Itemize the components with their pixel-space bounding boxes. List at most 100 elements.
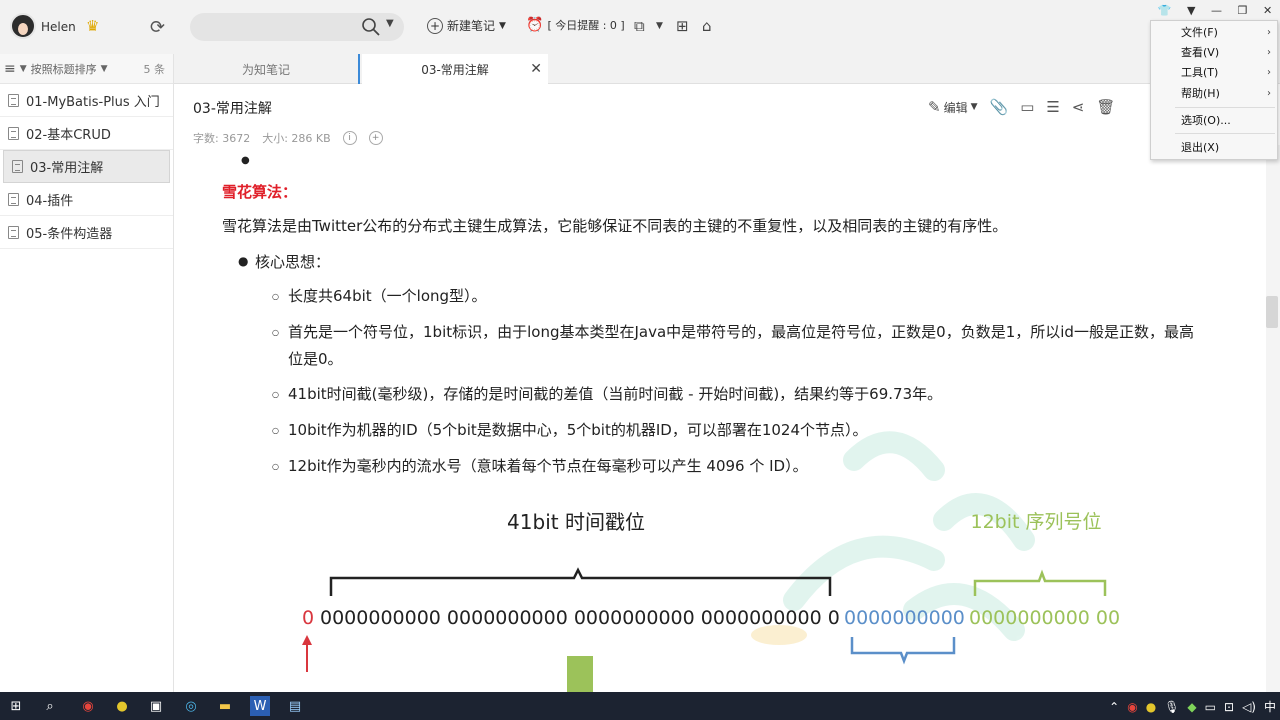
edit-button[interactable]: ✎ 编辑 ▼ bbox=[928, 98, 978, 116]
home-icon[interactable]: ⌂ bbox=[702, 17, 712, 35]
menu-item-view[interactable]: 查看(V) › bbox=[1151, 43, 1279, 63]
snowflake-diagram: 41bit 时间戳位 12bit 序列号位 0 0000000000 00000… bbox=[302, 510, 1120, 692]
sort-label: 按照标题排序 bbox=[30, 62, 97, 76]
note-meta: 字数: 3672 大小: 286 KB i + bbox=[193, 130, 383, 146]
chrome-icon[interactable]: ◉ bbox=[78, 696, 98, 716]
intellij-icon[interactable]: ▣ bbox=[146, 696, 166, 716]
top-bar: Helen ♛ ⟳ ▼ + 新建笔记 ▼ ⏰ [ 今日提醒 : 0 ] ⧉ ▼ … bbox=[0, 0, 1280, 54]
avatar[interactable] bbox=[10, 13, 36, 39]
reminder-button[interactable]: ⏰ [ 今日提醒 : 0 ] bbox=[526, 17, 625, 33]
note-title: 03-常用注解 bbox=[30, 161, 104, 176]
folder-icon[interactable]: ▬ bbox=[215, 696, 235, 716]
browser-icon[interactable]: ◎ bbox=[181, 696, 201, 716]
timestamp-label: 41bit 时间戳位 bbox=[507, 510, 645, 534]
comment-icon[interactable]: ▭ bbox=[1020, 98, 1034, 116]
sequence-bits: 0000000000 00 bbox=[969, 607, 1120, 629]
maximize-icon[interactable]: ❐ bbox=[1238, 4, 1248, 17]
microphone-icon[interactable]: 🎙 bbox=[1164, 700, 1179, 714]
history-icon[interactable]: ☰ bbox=[1046, 98, 1059, 116]
delete-icon[interactable]: 🗑 bbox=[1096, 98, 1115, 116]
menu-item-label: 选项(O)... bbox=[1181, 114, 1231, 127]
reminder-label: [ 今日提醒 : 0 ] bbox=[547, 19, 625, 32]
scrollbar-track[interactable] bbox=[1266, 145, 1280, 692]
menu-divider bbox=[1175, 133, 1275, 134]
menu-item-help[interactable]: 帮助(H) › bbox=[1151, 84, 1279, 104]
chevron-right-icon: › bbox=[1267, 27, 1271, 38]
menu-item-exit[interactable]: 退出(X) bbox=[1151, 138, 1279, 158]
external-icon[interactable]: ⧉ bbox=[634, 17, 645, 35]
record-icon[interactable]: ◉ bbox=[1127, 700, 1137, 714]
share-icon[interactable]: ⋖ bbox=[1072, 98, 1085, 116]
document-icon bbox=[8, 93, 19, 107]
note-title: 02-基本CRUD bbox=[26, 127, 111, 143]
chevron-down-icon[interactable]: ▼ bbox=[656, 21, 663, 31]
battery-icon[interactable]: ▭ bbox=[1205, 700, 1216, 714]
crown-icon: ♛ bbox=[86, 17, 100, 35]
close-icon[interactable]: ✕ bbox=[1263, 4, 1272, 17]
word-icon[interactable]: W bbox=[250, 696, 270, 716]
minimize-icon[interactable]: — bbox=[1211, 4, 1222, 17]
app-tray-icon[interactable]: ● bbox=[1146, 700, 1156, 714]
list-item[interactable]: 05-条件构造器 bbox=[0, 216, 173, 249]
chevron-right-icon: › bbox=[1267, 47, 1271, 58]
tab-home[interactable]: 为知笔记 bbox=[174, 54, 360, 84]
skin-icon[interactable]: 👕 bbox=[1158, 4, 1172, 17]
search-icon[interactable]: ⌕ bbox=[40, 696, 60, 716]
input-method[interactable]: 中 bbox=[1264, 698, 1276, 715]
tray-app-icon[interactable]: ◆ bbox=[1187, 700, 1196, 714]
chevron-down-icon: ▼ bbox=[19, 63, 27, 74]
alarm-icon: ⏰ bbox=[526, 17, 544, 33]
attachment-icon[interactable]: 📎 bbox=[990, 98, 1009, 116]
apps-grid-icon[interactable]: ⊞ bbox=[676, 17, 689, 35]
note-title: 05-条件构造器 bbox=[26, 226, 113, 242]
app-icon[interactable]: ● bbox=[112, 696, 132, 716]
app-window: Helen ♛ ⟳ ▼ + 新建笔记 ▼ ⏰ [ 今日提醒 : 0 ] ⧉ ▼ … bbox=[0, 0, 1280, 720]
list-item-selected[interactable]: 03-常用注解 bbox=[3, 150, 170, 183]
menu-divider bbox=[1175, 107, 1275, 108]
sync-icon[interactable]: ⟳ bbox=[150, 17, 165, 38]
plus-icon: + bbox=[427, 17, 443, 34]
document-icon bbox=[12, 160, 23, 173]
note-content[interactable]: ● 雪花算法： 雪花算法是由Twitter公布的分布式主键生成算法，它能够保证不… bbox=[174, 145, 1266, 692]
info-icon[interactable]: i bbox=[342, 131, 357, 145]
edit-icon: ✎ bbox=[928, 98, 941, 116]
new-note-button[interactable]: + 新建笔记 ▼ bbox=[427, 17, 506, 34]
chevron-down-icon: ▼ bbox=[499, 20, 506, 31]
document-icon bbox=[8, 126, 19, 140]
document-icon bbox=[8, 225, 19, 239]
scrollbar-thumb[interactable] bbox=[1266, 296, 1278, 328]
timestamp-brace bbox=[329, 567, 832, 596]
notes-app-icon[interactable]: ▤ bbox=[285, 696, 305, 716]
sign-bit: 0 bbox=[302, 607, 314, 629]
menu-dropdown-icon[interactable]: ▼ bbox=[1187, 4, 1195, 17]
system-tray: ⌃ ◉ ● 🎙 ◆ ▭ ⊡ ◁) 中 bbox=[1109, 698, 1276, 715]
list-item[interactable]: 02-基本CRUD bbox=[0, 117, 173, 150]
list-item[interactable]: 04-插件 bbox=[0, 183, 173, 216]
new-note-label: 新建笔记 bbox=[447, 19, 496, 33]
sort-bar[interactable]: ≡ ▼ 按照标题排序 ▼ 5 条 bbox=[0, 54, 173, 84]
list-item[interactable]: 01-MyBatis-Plus 入门 bbox=[0, 84, 173, 117]
close-icon[interactable]: ✕ bbox=[530, 61, 542, 77]
menu-item-label: 退出(X) bbox=[1181, 141, 1220, 154]
search-icon[interactable] bbox=[360, 16, 382, 38]
username[interactable]: Helen bbox=[41, 20, 76, 34]
chevron-down-icon[interactable]: ▼ bbox=[386, 18, 394, 29]
sequence-label: 12bit 序列号位 bbox=[970, 511, 1101, 533]
note-toolbar: ✎ 编辑 ▼ 📎 ▭ ☰ ⋖ 🗑 bbox=[928, 98, 1115, 116]
window-controls: 👕 ▼ — ❐ ✕ bbox=[1150, 0, 1280, 20]
tab-note[interactable]: 03-常用注解 ✕ bbox=[362, 54, 548, 84]
menu-item-file[interactable]: 文件(F) › bbox=[1151, 23, 1279, 43]
volume-icon[interactable]: ◁) bbox=[1242, 700, 1256, 714]
network-icon[interactable]: ⊡ bbox=[1224, 700, 1234, 714]
add-icon[interactable]: + bbox=[368, 131, 383, 145]
note-count: 5 条 bbox=[143, 62, 166, 76]
menu-item-label: 工具(T) bbox=[1181, 66, 1219, 79]
edit-label: 编辑 bbox=[943, 100, 968, 115]
chevron-down-icon: ▼ bbox=[100, 63, 108, 74]
menu-item-tools[interactable]: 工具(T) › bbox=[1151, 63, 1279, 83]
menu-item-options[interactable]: 选项(O)... bbox=[1151, 111, 1279, 131]
main-menu: 文件(F) › 查看(V) › 工具(T) › 帮助(H) › 选项(O)... 退出(… bbox=[1150, 20, 1278, 160]
chevron-up-icon[interactable]: ⌃ bbox=[1109, 700, 1119, 714]
chevron-right-icon: › bbox=[1267, 88, 1271, 99]
windows-start-icon[interactable]: ⊞ bbox=[6, 696, 26, 716]
